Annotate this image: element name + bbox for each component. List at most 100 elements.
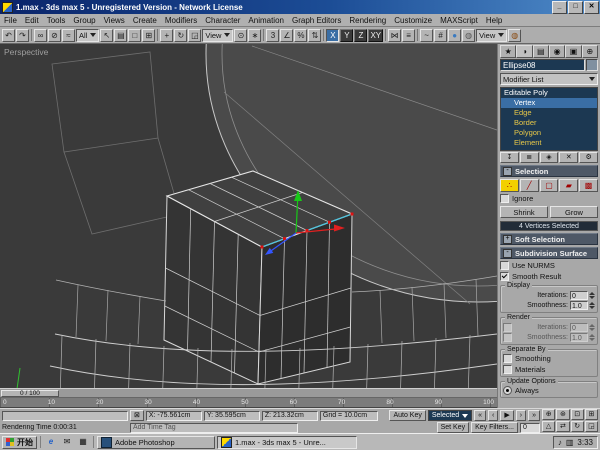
material-editor-button[interactable]: ●	[448, 28, 462, 42]
ignore-backfacing-checkbox[interactable]	[500, 194, 509, 203]
spinner-snap-button[interactable]: ⇅	[308, 28, 322, 42]
current-frame-field[interactable]: 0	[520, 422, 540, 433]
spinner-arrows-icon[interactable]	[589, 292, 595, 299]
soft-selection-rollout-header[interactable]: + Soft Selection	[500, 233, 598, 245]
minimize-button[interactable]: _	[552, 0, 567, 14]
viewport-label[interactable]: Perspective	[4, 47, 48, 57]
start-button[interactable]: 开始	[2, 435, 37, 449]
axis-constraint-y-button[interactable]: Y	[340, 28, 354, 42]
stack-item-editable-poly[interactable]: Editable Poly	[501, 88, 597, 98]
configure-modifier-sets-button[interactable]: ⚙	[579, 152, 598, 163]
tab-motion[interactable]: ◉	[548, 45, 566, 58]
stack-item-border[interactable]: Border	[501, 118, 597, 128]
select-object-button[interactable]: ↖	[100, 28, 114, 42]
coordinate-z-field[interactable]: Z: 213.32cm	[261, 410, 318, 421]
time-slider-track[interactable]: 0 / 100	[0, 388, 497, 398]
materials-checkbox[interactable]	[503, 365, 512, 374]
select-and-manipulate-button[interactable]: ∗	[248, 28, 262, 42]
key-filters-button[interactable]: Key Filters...	[471, 422, 518, 433]
menu-item-maxscript[interactable]: MAXScript	[436, 16, 482, 25]
tab-hierarchy[interactable]: ▤	[532, 45, 549, 58]
previous-frame-button[interactable]: ‹	[488, 410, 499, 421]
menu-item-graph-editors[interactable]: Graph Editors	[288, 16, 345, 25]
redo-button[interactable]: ↷	[16, 28, 29, 42]
tab-modify[interactable]: ◑	[516, 45, 533, 58]
go-to-start-button[interactable]: «	[474, 410, 487, 421]
menu-item-rendering[interactable]: Rendering	[345, 16, 390, 25]
viewport[interactable]: Perspective	[0, 44, 497, 388]
always-radio[interactable]	[503, 386, 512, 395]
title-bar[interactable]: 1.max - 3ds max 5 - Unregistered Version…	[0, 0, 600, 14]
auto-key-button[interactable]: Auto Key	[389, 410, 426, 421]
menu-item-create[interactable]: Create	[129, 16, 161, 25]
use-nurms-checkbox[interactable]	[500, 261, 509, 270]
selection-lock-button[interactable]: ⊠	[130, 410, 144, 421]
use-pivot-center-button[interactable]: ⊙	[234, 28, 248, 42]
stack-item-edge[interactable]: Edge	[501, 108, 597, 118]
zoom-button[interactable]: ⊕	[542, 409, 556, 420]
unlink-selection-button[interactable]: ⊘	[48, 28, 61, 42]
schematic-view-button[interactable]: #	[434, 28, 448, 42]
menu-item-animation[interactable]: Animation	[244, 16, 288, 25]
modifier-list-dropdown[interactable]: Modifier List	[500, 73, 598, 85]
field-of-view-button[interactable]: △	[542, 421, 556, 432]
reference-coordinate-dropdown[interactable]: View	[202, 28, 234, 42]
show-end-result-button[interactable]: ≣	[519, 152, 539, 163]
zoom-all-button[interactable]: ⊛	[556, 409, 570, 420]
arc-rotate-button[interactable]: ↻	[570, 421, 584, 432]
remove-modifier-button[interactable]: ✕	[559, 152, 579, 163]
menu-item-customize[interactable]: Customize	[390, 16, 436, 25]
selection-rollout-header[interactable]: - Selection	[500, 165, 598, 177]
menu-item-help[interactable]: Help	[482, 16, 506, 25]
display-iterations-field[interactable]: 0	[570, 291, 588, 300]
shrink-button[interactable]: Shrink	[500, 206, 548, 218]
maximize-button[interactable]: □	[568, 0, 583, 14]
render-scene-button[interactable]: ◍	[462, 28, 476, 42]
task-button-photoshop[interactable]: Adobe Photoshop	[97, 435, 215, 449]
window-crossing-button[interactable]: ⊞	[142, 28, 156, 42]
coordinate-y-field[interactable]: Y: 35.595cm	[203, 410, 260, 421]
menu-item-character[interactable]: Character	[201, 16, 244, 25]
next-frame-button[interactable]: ›	[515, 410, 527, 421]
close-button[interactable]: ✕	[584, 0, 599, 14]
select-and-scale-button[interactable]: ◲	[188, 28, 202, 42]
border-mode-button[interactable]: ▢	[539, 179, 559, 192]
stack-item-vertex[interactable]: Vertex	[501, 98, 597, 108]
object-color-swatch[interactable]	[586, 59, 598, 71]
percent-snap-button[interactable]: %	[294, 28, 308, 42]
time-slider-button[interactable]: 0 / 100	[1, 390, 59, 397]
undo-button[interactable]: ↶	[2, 28, 15, 42]
axis-constraint-xy-button[interactable]: XY	[368, 28, 384, 42]
menu-item-views[interactable]: Views	[100, 16, 129, 25]
edge-mode-button[interactable]: ╱	[519, 179, 539, 192]
viewport-canvas[interactable]	[0, 44, 497, 388]
select-by-name-button[interactable]: ▤	[114, 28, 128, 42]
add-time-tag-field[interactable]: Add Time Tag	[130, 422, 298, 433]
tab-create[interactable]: ★	[500, 45, 517, 58]
snap-toggle-button[interactable]: 3	[266, 28, 280, 42]
axis-constraint-z-button[interactable]: Z	[354, 28, 368, 42]
select-and-move-button[interactable]: +	[160, 28, 174, 42]
subdivision-rollout-header[interactable]: - Subdivision Surface	[500, 247, 598, 259]
display-smoothness-field[interactable]: 1.0	[570, 301, 588, 310]
tab-display[interactable]: ▣	[565, 45, 582, 58]
render-type-dropdown[interactable]: View	[476, 28, 508, 42]
selection-region-button[interactable]: □	[128, 28, 142, 42]
menu-item-modifiers[interactable]: Modifiers	[161, 16, 201, 25]
make-unique-button[interactable]: ◈	[539, 152, 559, 163]
polygon-mode-button[interactable]: ▰	[559, 179, 579, 192]
mail-icon[interactable]: ✉	[60, 435, 74, 449]
angle-snap-button[interactable]: ∠	[280, 28, 294, 42]
select-and-link-button[interactable]: ∞	[34, 28, 47, 42]
menu-item-group[interactable]: Group	[69, 16, 99, 25]
track-bar[interactable]: 0 10 20 30 40 50 60 70 80 90 100	[0, 398, 497, 408]
coordinate-x-field[interactable]: X: -75.561cm	[145, 410, 202, 421]
bind-to-space-warp-button[interactable]: ≈	[62, 28, 75, 42]
play-button[interactable]: ▶	[500, 410, 514, 421]
render-smoothness-checkbox[interactable]	[503, 333, 512, 342]
spinner-arrows-icon[interactable]	[589, 302, 595, 309]
curve-editor-button[interactable]: ~	[420, 28, 434, 42]
set-key-button[interactable]: Set Key	[436, 422, 470, 433]
menu-item-file[interactable]: File	[0, 16, 21, 25]
menu-item-edit[interactable]: Edit	[21, 16, 43, 25]
